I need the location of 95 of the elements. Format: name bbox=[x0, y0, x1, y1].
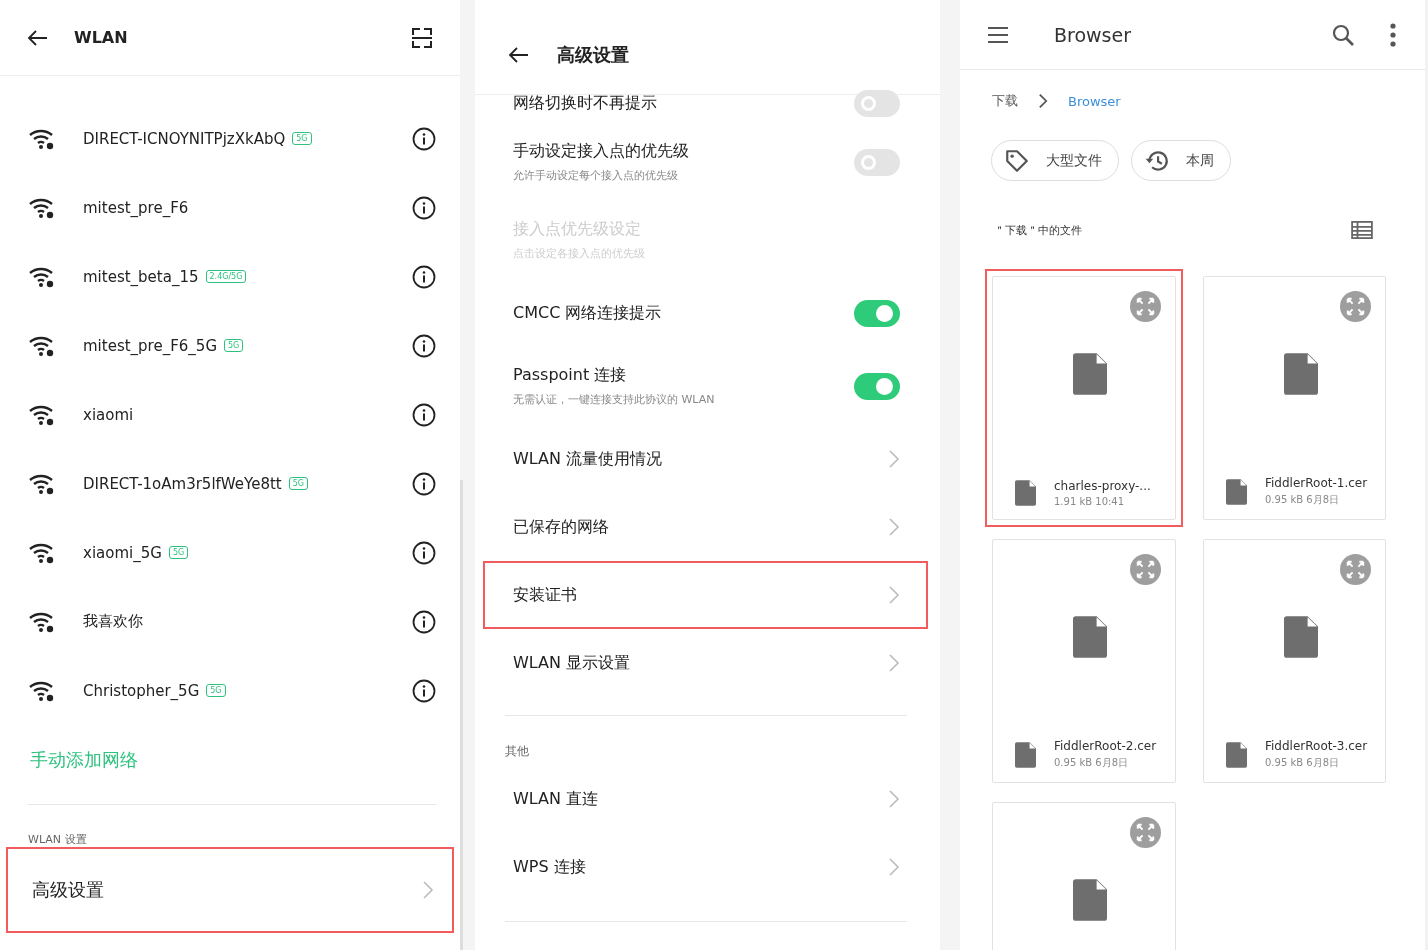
file-icon bbox=[1284, 353, 1318, 395]
chevron-icon bbox=[888, 653, 900, 673]
band-tag: 2.4G/5G bbox=[205, 270, 247, 283]
expand-icon[interactable] bbox=[1340, 554, 1371, 585]
settings-row[interactable]: 手动设定接入点的优先级 允许手动设定每个接入点的优先级 bbox=[483, 123, 928, 201]
file-icon bbox=[1015, 480, 1036, 506]
app-title: Browser bbox=[1054, 23, 1132, 46]
setting-label: CMCC 网络连接提示 bbox=[513, 302, 663, 324]
info-icon[interactable] bbox=[412, 195, 436, 220]
chevron-icon bbox=[888, 789, 900, 809]
list-view-icon[interactable] bbox=[1351, 221, 1373, 239]
tag-icon bbox=[1004, 147, 1030, 174]
scan-icon[interactable] bbox=[410, 25, 434, 50]
file-meta: 1.91 kB 10:41 bbox=[1054, 496, 1126, 507]
network-name[interactable]: mitest_pre_F6_5G bbox=[83, 336, 217, 355]
filter-chip[interactable]: 大型文件 bbox=[991, 140, 1119, 181]
band-tag: 5G bbox=[288, 477, 309, 490]
setting-label: 手动设定接入点的优先级 允许手动设定每个接入点的优先级 bbox=[513, 141, 690, 183]
setting-label: WLAN 流量使用情况 bbox=[513, 448, 664, 470]
info-icon[interactable] bbox=[412, 471, 436, 496]
setting-label: WPS 连接 bbox=[513, 856, 587, 878]
screen-title: WLAN bbox=[74, 28, 129, 47]
info-icon[interactable] bbox=[412, 402, 436, 427]
network-name[interactable]: Christopher_5G bbox=[83, 681, 200, 700]
expand-icon[interactable] bbox=[1130, 817, 1161, 848]
section-title: ＂下载＂中的文件 bbox=[994, 222, 1082, 238]
chevron-icon bbox=[422, 880, 434, 900]
file-icon bbox=[1073, 616, 1107, 658]
file-meta: 0.95 kB 6月8日 bbox=[1054, 756, 1129, 770]
network-name[interactable]: xiaomi_5G bbox=[83, 543, 162, 562]
section-label: 其他 bbox=[505, 743, 530, 760]
setting-label: 已保存的网络 bbox=[513, 516, 610, 538]
chevron-icon bbox=[888, 585, 900, 605]
setting-label: WLAN 显示设置 bbox=[513, 652, 632, 674]
toggle-switch[interactable] bbox=[854, 372, 900, 400]
file-icon bbox=[1073, 353, 1107, 395]
toggle-switch[interactable] bbox=[854, 148, 900, 176]
info-icon[interactable] bbox=[412, 126, 436, 151]
network-name[interactable]: DIRECT-ICNOYNITPjzXkAbQ bbox=[83, 129, 286, 148]
network-name[interactable]: mitest_beta_15 bbox=[83, 267, 199, 286]
info-icon[interactable] bbox=[412, 264, 436, 289]
section-label: WLAN 设置 bbox=[28, 832, 88, 847]
info-icon[interactable] bbox=[412, 609, 436, 634]
breadcrumb-item[interactable]: Browser bbox=[1068, 93, 1121, 109]
expand-icon[interactable] bbox=[1340, 291, 1371, 322]
band-tag: 5G bbox=[168, 546, 189, 559]
settings-row[interactable]: 高级设置 bbox=[6, 847, 454, 933]
file-icon bbox=[1226, 478, 1247, 505]
setting-label: Passpoint 连接 无需认证，一键连接支持此协议的 WLAN bbox=[513, 365, 716, 407]
screen-title: 高级设置 bbox=[557, 43, 629, 67]
settings-row[interactable]: WLAN 显示设置 bbox=[483, 629, 928, 697]
more-icon[interactable] bbox=[1389, 22, 1397, 47]
chevron-icon bbox=[888, 449, 900, 469]
settings-row[interactable]: 已保存的网络 bbox=[483, 493, 928, 561]
toggle-switch[interactable] bbox=[854, 299, 900, 327]
network-name[interactable]: DIRECT-1oAm3r5lfWeYe8tt bbox=[83, 474, 282, 493]
chevron-icon bbox=[888, 857, 900, 877]
expand-icon[interactable] bbox=[1130, 554, 1161, 585]
file-icon bbox=[1073, 879, 1107, 921]
file-name: FiddlerRoot-1.cer bbox=[1265, 476, 1368, 490]
file-name: FiddlerRoot-2.cer bbox=[1054, 739, 1157, 753]
settings-row[interactable]: WLAN 流量使用情况 bbox=[483, 425, 928, 493]
info-icon[interactable] bbox=[412, 333, 436, 358]
chevron-icon bbox=[888, 517, 900, 537]
network-name[interactable]: mitest_pre_F6 bbox=[83, 198, 189, 217]
settings-row[interactable]: CMCC 网络连接提示 bbox=[483, 279, 928, 347]
settings-row[interactable]: WPS 连接 bbox=[483, 833, 928, 901]
settings-row[interactable]: Passpoint 连接 无需认证，一键连接支持此协议的 WLAN bbox=[483, 347, 928, 425]
setting-label: WLAN 直连 bbox=[513, 788, 600, 810]
settings-row[interactable]: 安装证书 bbox=[483, 561, 928, 629]
toggle-switch[interactable] bbox=[854, 89, 900, 117]
expand-icon[interactable] bbox=[1130, 291, 1161, 322]
band-tag: 5G bbox=[206, 684, 226, 697]
search-icon[interactable] bbox=[1331, 22, 1355, 47]
network-name[interactable]: xiaomi bbox=[83, 405, 134, 424]
file-name: FiddlerRoot-3.cer bbox=[1265, 739, 1368, 753]
file-meta: 0.95 kB 6月8日 bbox=[1265, 493, 1340, 507]
file-icon bbox=[1015, 741, 1036, 768]
chevron-icon bbox=[1038, 93, 1048, 109]
network-name[interactable]: 我喜欢你 bbox=[83, 612, 143, 631]
file-meta: 0.95 kB 6月8日 bbox=[1265, 756, 1340, 770]
file-icon bbox=[1226, 741, 1247, 768]
file-card[interactable]: charles-proxy-... 1.91 kB 10:41 bbox=[985, 269, 1183, 527]
info-icon[interactable] bbox=[412, 540, 436, 565]
breadcrumb-item[interactable]: 下载 bbox=[992, 92, 1018, 110]
info-icon[interactable] bbox=[412, 678, 436, 703]
band-tag: 5G bbox=[224, 339, 244, 352]
file-icon bbox=[1284, 616, 1318, 658]
setting-label: 安装证书 bbox=[513, 584, 578, 606]
file-name: charles-proxy-... bbox=[1054, 479, 1151, 493]
settings-row[interactable]: WLAN 直连 bbox=[483, 765, 928, 833]
filter-chip[interactable]: 本周 bbox=[1131, 140, 1231, 181]
settings-row[interactable]: 网络切换时不再提示 bbox=[483, 83, 928, 123]
band-tag: 5G bbox=[292, 132, 312, 145]
setting-label: 网络切换时不再提示 bbox=[513, 92, 658, 114]
